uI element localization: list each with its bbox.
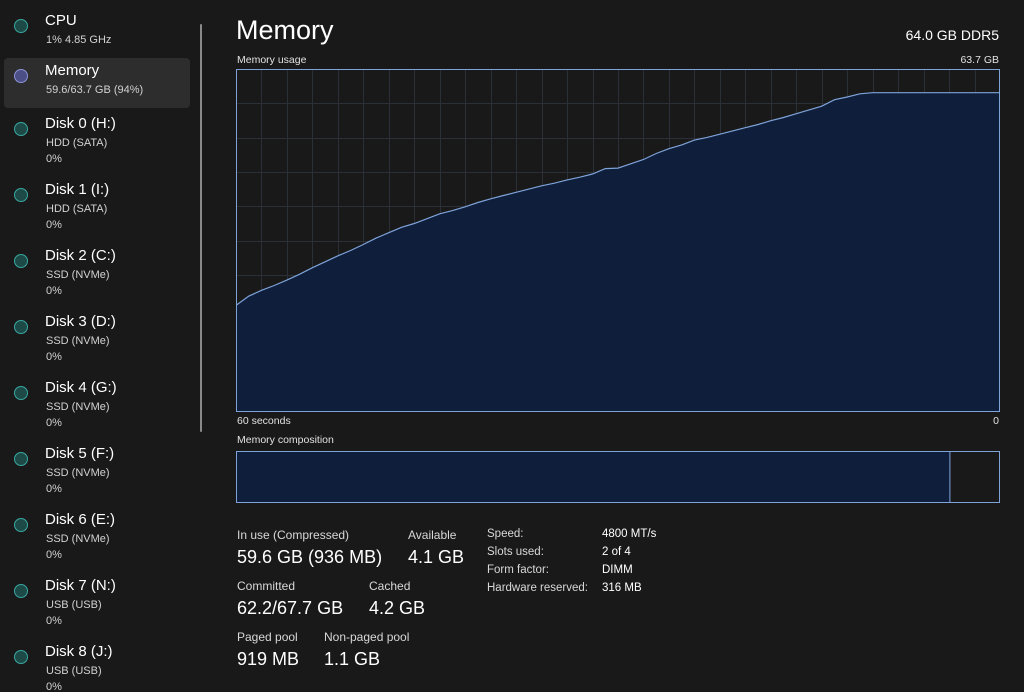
paged-pool-value: 919 MB — [237, 649, 300, 669]
sidebar-item-title: Disk 6 (E:) — [45, 511, 116, 528]
committed-label: Committed — [237, 579, 296, 593]
sidebar-item-detail: SSD (NVMe) — [46, 269, 110, 281]
memory-usage-max-label: 63.7 GB — [960, 54, 999, 66]
sidebar-item-utilization: 0% — [46, 285, 62, 297]
sidebar-item-detail: SSD (NVMe) — [46, 533, 110, 545]
status-dot-icon — [14, 518, 28, 532]
sidebar-item-utilization: 0% — [46, 219, 62, 231]
chart-x-right-label: 0 — [993, 415, 999, 427]
sidebar-item-title: CPU — [45, 12, 77, 29]
sidebar-item-title: Disk 8 (J:) — [45, 643, 113, 660]
sidebar-item[interactable]: Disk 8 (J:) USB (USB) 0% — [4, 639, 190, 692]
speed-label: Speed: — [487, 528, 524, 540]
slots-used-label: Slots used: — [487, 546, 544, 558]
status-dot-icon — [14, 254, 28, 268]
page-title: Memory — [236, 15, 334, 45]
sidebar-item[interactable]: Disk 7 (N:) USB (USB) 0% — [4, 573, 190, 627]
form-factor-label: Form factor: — [487, 564, 549, 576]
memory-composition-label: Memory composition — [237, 434, 334, 446]
non-paged-pool-label: Non-paged pool — [324, 630, 410, 644]
sidebar-item[interactable]: Disk 2 (C:) SSD (NVMe) 0% — [4, 243, 190, 297]
in-use-label: In use (Compressed) — [237, 528, 350, 542]
sidebar-item-detail: SSD (NVMe) — [46, 335, 110, 347]
sidebar-item-utilization: 0% — [46, 351, 62, 363]
sidebar-item[interactable]: Disk 0 (H:) HDD (SATA) 0% — [4, 111, 190, 165]
committed-value: 62.2/67.7 GB — [237, 598, 344, 618]
hardware-reserved-value: 316 MB — [602, 582, 642, 594]
sidebar-item-title: Disk 2 (C:) — [45, 247, 116, 264]
status-dot-icon — [14, 188, 28, 202]
status-dot-icon — [14, 452, 28, 466]
memory-hardware-summary: 64.0 GB DDR5 — [905, 27, 999, 43]
sidebar-item-title: Disk 1 (I:) — [45, 181, 110, 198]
cached-value: 4.2 GB — [369, 598, 426, 618]
composition-in-use-segment — [236, 451, 951, 503]
sidebar-item-utilization: 0% — [46, 153, 62, 165]
sidebar-item[interactable]: Disk 4 (G:) SSD (NVMe) 0% — [4, 375, 190, 429]
sidebar-item-utilization: 0% — [46, 483, 62, 495]
status-dot-icon — [14, 584, 28, 598]
sidebar-item[interactable]: Disk 6 (E:) SSD (NVMe) 0% — [4, 507, 190, 561]
status-dot-icon — [14, 386, 28, 400]
non-paged-pool-value: 1.1 GB — [324, 649, 381, 669]
memory-usage-label: Memory usage — [237, 54, 307, 66]
sidebar-item-utilization: 0% — [46, 615, 62, 627]
hardware-reserved-label: Hardware reserved: — [487, 582, 588, 594]
status-dot-icon — [14, 122, 28, 136]
chart-x-left-label: 60 seconds — [237, 415, 291, 427]
available-label: Available — [408, 528, 457, 542]
sidebar-item-title: Memory — [45, 62, 100, 79]
sidebar-item-title: Disk 5 (F:) — [45, 445, 115, 462]
sidebar-item-detail: HDD (SATA) — [46, 203, 108, 215]
sidebar-item[interactable]: Disk 5 (F:) SSD (NVMe) 0% — [4, 441, 190, 495]
sidebar-item[interactable]: CPU 1% 4.85 GHz — [4, 8, 190, 58]
sidebar-item-utilization: 0% — [46, 549, 62, 561]
sidebar-item-detail: 1% 4.85 GHz — [46, 34, 112, 46]
form-factor-value: DIMM — [602, 564, 633, 576]
memory-composition-bar — [236, 451, 1000, 503]
sidebar-item[interactable]: Disk 1 (I:) HDD (SATA) 0% — [4, 177, 190, 231]
sidebar-item-title: Disk 0 (H:) — [45, 115, 116, 132]
sidebar-item-title: Disk 7 (N:) — [45, 577, 116, 594]
sidebar-item[interactable]: Memory 59.6/63.7 GB (94%) — [4, 58, 190, 108]
sidebar-item-detail: 59.6/63.7 GB (94%) — [46, 84, 144, 96]
status-dot-icon — [14, 69, 28, 83]
in-use-value: 59.6 GB (936 MB) — [237, 547, 383, 567]
sidebar-item[interactable]: Disk 3 (D:) SSD (NVMe) 0% — [4, 309, 190, 363]
cached-label: Cached — [369, 579, 411, 593]
sidebar-item-detail: USB (USB) — [46, 665, 102, 677]
status-dot-icon — [14, 650, 28, 664]
speed-value: 4800 MT/s — [602, 528, 657, 540]
sidebar-scrollbar[interactable] — [200, 24, 202, 432]
sidebar: CPU 1% 4.85 GHz Memory 59.6/63.7 GB (94%) Di… — [0, 0, 196, 692]
sidebar-item-utilization: 0% — [46, 681, 62, 692]
slots-used-value: 2 of 4 — [602, 546, 631, 558]
status-dot-icon — [14, 19, 28, 33]
status-dot-icon — [14, 320, 28, 334]
sidebar-item-detail: SSD (NVMe) — [46, 401, 110, 413]
paged-pool-label: Paged pool — [237, 630, 298, 644]
sidebar-item-detail: USB (USB) — [46, 599, 102, 611]
sidebar-item-detail: HDD (SATA) — [46, 137, 108, 149]
sidebar-item-title: Disk 3 (D:) — [45, 313, 116, 330]
sidebar-item-title: Disk 4 (G:) — [45, 379, 117, 396]
sidebar-item-utilization: 0% — [46, 417, 62, 429]
available-value: 4.1 GB — [408, 547, 465, 567]
sidebar-item-detail: SSD (NVMe) — [46, 467, 110, 479]
memory-usage-chart — [236, 69, 1000, 412]
